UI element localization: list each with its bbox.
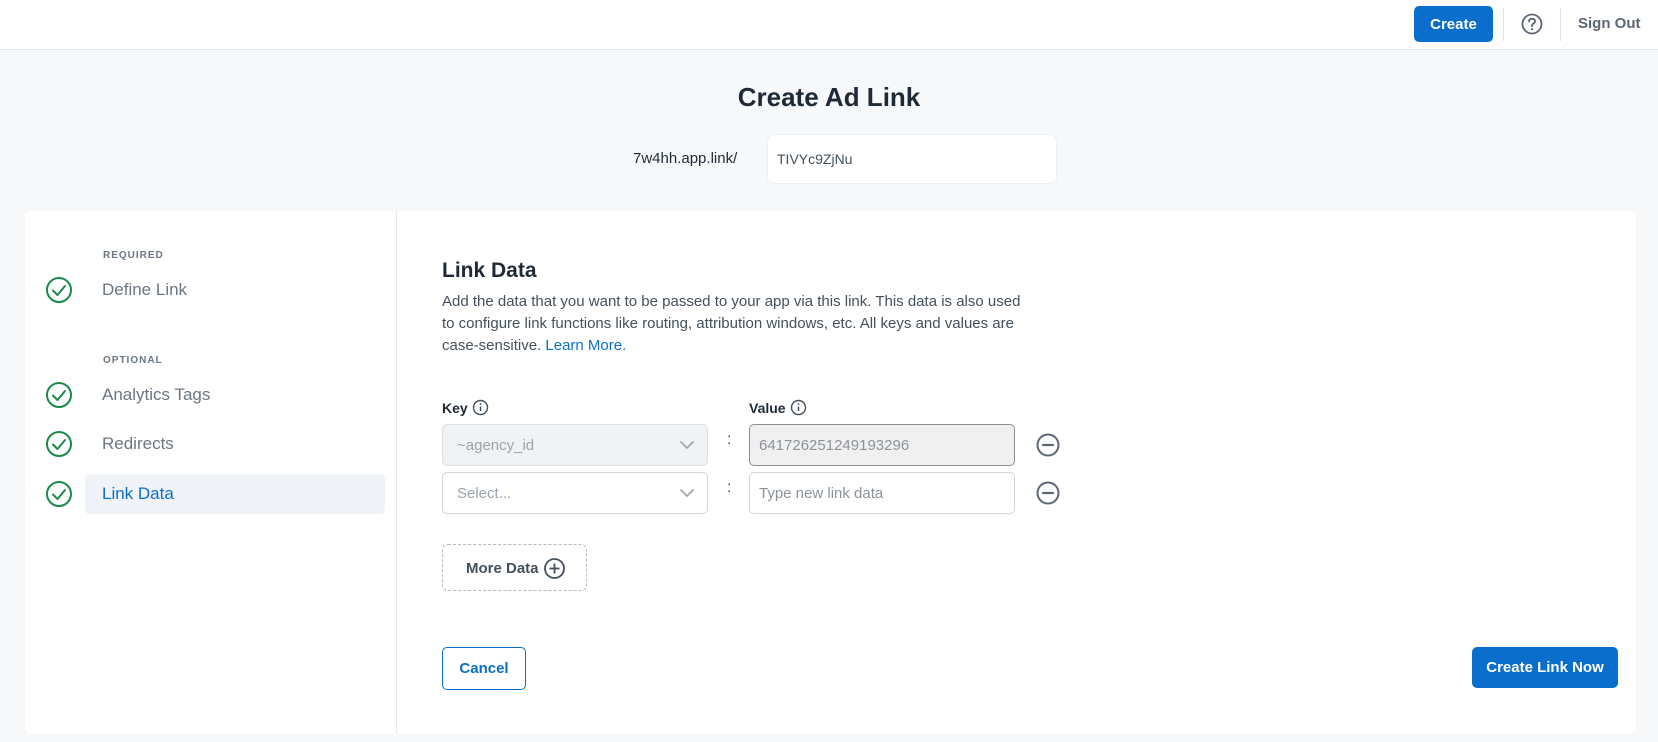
minus-circle-icon — [1036, 433, 1060, 457]
required-section-label: REQUIRED — [103, 250, 164, 261]
key-select[interactable]: Select... — [442, 472, 708, 514]
sidebar-item-analytics-tags[interactable]: Analytics Tags — [46, 375, 385, 415]
question-circle-icon[interactable] — [1521, 13, 1543, 35]
divider — [1560, 8, 1561, 41]
sidebar-item-define-link[interactable]: Define Link — [46, 270, 385, 310]
link-data-section: Link Data Add the data that you want to … — [442, 211, 1618, 734]
optional-section-label: OPTIONAL — [103, 355, 163, 366]
more-data-button[interactable]: More Data — [442, 544, 587, 591]
description-text: Add the data that you want to be passed … — [442, 293, 1021, 354]
remove-row-button[interactable] — [1035, 432, 1061, 458]
chevron-down-icon — [680, 489, 694, 498]
check-circle-icon — [45, 480, 73, 508]
more-data-label: More Data — [466, 560, 539, 577]
create-button[interactable]: Create — [1414, 6, 1493, 42]
value-field[interactable] — [749, 472, 1015, 514]
value-field — [749, 424, 1015, 466]
check-circle-icon — [45, 381, 73, 409]
create-link-now-button[interactable]: Create Link Now — [1472, 647, 1618, 688]
link-domain-label: 7w4hh.app.link/ — [633, 150, 738, 167]
minus-circle-icon — [1036, 481, 1060, 505]
sidebar-item-label: Analytics Tags — [102, 385, 211, 404]
top-bar: Create Sign Out — [0, 0, 1658, 50]
key-column-label: Key — [442, 400, 468, 416]
cancel-button[interactable]: Cancel — [442, 647, 526, 690]
key-value-separator: : — [727, 479, 732, 496]
key-value-separator: : — [727, 431, 732, 448]
steps-sidebar: REQUIRED Define Link OPTIONAL Analytics … — [25, 211, 397, 734]
section-title: Link Data — [442, 259, 537, 282]
learn-more-link[interactable]: Learn More. — [545, 337, 626, 354]
value-column-label: Value — [749, 400, 786, 416]
key-select-value: ~agency_id — [457, 437, 535, 454]
sidebar-item-label: Redirects — [102, 434, 174, 453]
plus-circle-icon — [544, 558, 565, 579]
check-circle-icon — [45, 276, 73, 304]
sign-out-link[interactable]: Sign Out — [1578, 15, 1641, 32]
remove-row-button[interactable] — [1035, 480, 1061, 506]
key-select-value: Select... — [457, 485, 512, 502]
info-icon[interactable] — [790, 399, 807, 416]
create-link-card: REQUIRED Define Link OPTIONAL Analytics … — [25, 211, 1636, 734]
sidebar-item-label: Link Data — [102, 484, 174, 503]
sidebar-item-label: Define Link — [102, 280, 188, 299]
sidebar-item-redirects[interactable]: Redirects — [46, 424, 385, 464]
sidebar-item-link-data[interactable]: Link Data — [46, 474, 385, 514]
page-title: Create Ad Link — [737, 82, 921, 112]
check-circle-icon — [45, 430, 73, 458]
link-alias-input[interactable] — [767, 134, 1057, 184]
divider — [1503, 8, 1504, 41]
key-select: ~agency_id — [442, 424, 708, 466]
section-description: Add the data that you want to be passed … — [442, 291, 1032, 357]
chevron-down-icon — [680, 441, 694, 450]
info-icon[interactable] — [472, 399, 489, 416]
